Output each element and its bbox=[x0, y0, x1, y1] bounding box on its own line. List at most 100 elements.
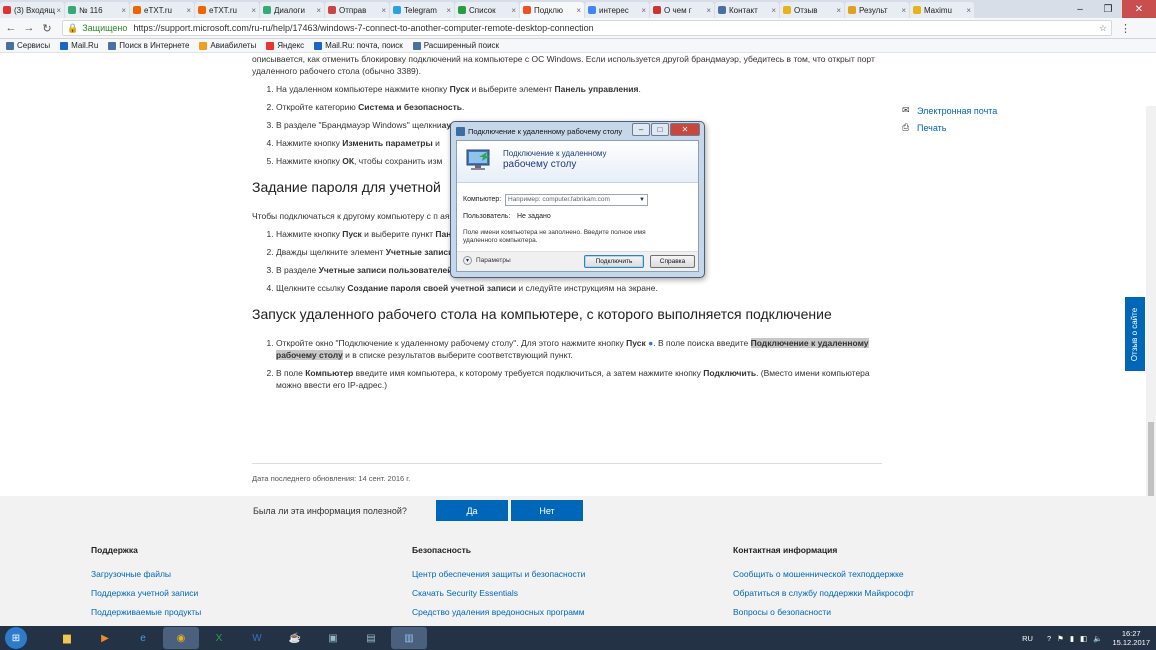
close-tab-icon[interactable]: × bbox=[446, 6, 451, 15]
chevron-down-icon[interactable]: ▼ bbox=[639, 195, 645, 205]
scrollbar-thumb[interactable] bbox=[1148, 422, 1154, 496]
bookmark-item[interactable]: Поиск в Интернете bbox=[108, 41, 189, 50]
maximize-icon[interactable]: □ bbox=[651, 123, 669, 136]
media-player-icon[interactable]: ▶ bbox=[87, 627, 123, 649]
help-icon[interactable]: ? bbox=[1047, 634, 1051, 643]
rdp-taskbar-icon[interactable]: ▥ bbox=[391, 627, 427, 649]
excel-icon[interactable]: X bbox=[201, 627, 237, 649]
url-bar[interactable]: 🔒 Защищено https://support.microsoft.com… bbox=[62, 20, 1112, 36]
flag-icon[interactable]: ⚑ bbox=[1057, 634, 1064, 643]
close-tab-icon[interactable]: × bbox=[966, 6, 971, 15]
browser-tab[interactable]: Список × bbox=[455, 2, 519, 18]
footer-link[interactable]: Обратиться в службу поддержки Майкрософт bbox=[733, 588, 914, 598]
browser-tab[interactable]: О чем г × bbox=[650, 2, 714, 18]
explorer-icon[interactable]: ▆ bbox=[49, 627, 85, 649]
favicon-icon bbox=[523, 6, 531, 14]
connect-button[interactable]: Подключить bbox=[584, 255, 644, 268]
footer-link[interactable]: Загрузочные файлы bbox=[91, 569, 201, 579]
site-feedback-tab[interactable]: Отзыв о сайте bbox=[1125, 297, 1145, 371]
close-tab-icon[interactable]: × bbox=[121, 6, 126, 15]
browser-tab[interactable]: Подклю × bbox=[520, 2, 584, 18]
word-icon[interactable]: W bbox=[239, 627, 275, 649]
computer-label: Компьютер: bbox=[463, 196, 502, 203]
bookmark-icon bbox=[199, 41, 208, 50]
network-icon[interactable]: ◧ bbox=[1080, 634, 1087, 643]
browser-tab[interactable]: интерес × bbox=[585, 2, 649, 18]
remote-app-icon[interactable]: ▤ bbox=[353, 627, 389, 649]
list-item: Откройте окно "Подключение к удаленному … bbox=[276, 337, 882, 361]
forward-icon[interactable]: → bbox=[22, 22, 36, 34]
browser-tab[interactable]: Telegram × bbox=[390, 2, 454, 18]
close-tab-icon[interactable]: × bbox=[771, 6, 776, 15]
close-tab-icon[interactable]: × bbox=[836, 6, 841, 15]
language-indicator[interactable]: RU bbox=[1022, 634, 1033, 643]
network-app-icon[interactable]: ▣ bbox=[315, 627, 351, 649]
remote-monitor-icon bbox=[466, 149, 490, 170]
footer-link[interactable]: Поддерживаемые продукты bbox=[91, 607, 201, 617]
clock[interactable]: 16:27 15.12.2017 bbox=[1112, 629, 1150, 647]
signal-icon[interactable]: ▮ bbox=[1070, 634, 1074, 643]
bookmark-icon bbox=[314, 41, 323, 50]
volume-icon[interactable]: 🔈 bbox=[1093, 634, 1102, 643]
close-tab-icon[interactable]: × bbox=[56, 6, 61, 15]
bookmark-item[interactable]: Mail.Ru bbox=[60, 41, 98, 50]
no-button[interactable]: Нет bbox=[511, 500, 583, 521]
close-tab-icon[interactable]: × bbox=[251, 6, 256, 15]
start-button[interactable]: ⊞ bbox=[5, 627, 27, 649]
favicon-icon bbox=[198, 6, 206, 14]
browser-tab[interactable]: Отправ × bbox=[325, 2, 389, 18]
browser-tab[interactable]: (3) Входящ × bbox=[0, 2, 64, 18]
url-text[interactable]: https://support.microsoft.com/ru-ru/help… bbox=[133, 23, 593, 33]
bookmark-item[interactable]: Авиабилеты bbox=[199, 41, 256, 50]
bookmark-item[interactable]: Mail.Ru: почта, поиск bbox=[314, 41, 403, 50]
browser-tab[interactable]: eTXT.ru × bbox=[195, 2, 259, 18]
bookmark-item[interactable]: Сервисы bbox=[6, 41, 50, 50]
close-tab-icon[interactable]: × bbox=[316, 6, 321, 15]
browser-tab[interactable]: eTXT.ru × bbox=[130, 2, 194, 18]
footer-link[interactable]: Скачать Security Essentials bbox=[412, 588, 585, 598]
favicon-icon bbox=[653, 6, 661, 14]
star-icon[interactable]: ☆ bbox=[1099, 23, 1107, 34]
back-icon[interactable]: ← bbox=[4, 22, 18, 34]
intro-paragraph: описывается, как отменить блокировку под… bbox=[252, 54, 875, 76]
scrollbar[interactable] bbox=[1146, 106, 1156, 496]
yes-button[interactable]: Да bbox=[436, 500, 508, 521]
close-tab-icon[interactable]: × bbox=[186, 6, 191, 15]
chrome-icon[interactable]: ◉ bbox=[163, 627, 199, 649]
reload-icon[interactable]: ↻ bbox=[40, 22, 54, 35]
minimize-icon[interactable]: – bbox=[1066, 0, 1094, 18]
close-tab-icon[interactable]: × bbox=[381, 6, 386, 15]
java-icon[interactable]: ☕ bbox=[277, 627, 313, 649]
help-button[interactable]: Справка bbox=[650, 255, 695, 268]
footer-link[interactable]: Средство удаления вредоносных программ bbox=[412, 607, 585, 617]
maximize-icon[interactable]: ❐ bbox=[1094, 0, 1122, 18]
footer-link[interactable]: Сообщить о мошеннической техподдержке bbox=[733, 569, 914, 579]
close-tab-icon[interactable]: × bbox=[576, 6, 581, 15]
browser-tab[interactable]: Maximu × bbox=[910, 2, 974, 18]
close-tab-icon[interactable]: × bbox=[641, 6, 646, 15]
browser-tab[interactable]: № 116 × bbox=[65, 2, 129, 18]
footer-heading: Контактная информация bbox=[733, 545, 838, 555]
footer-link[interactable]: Поддержка учетной записи bbox=[91, 588, 201, 598]
menu-icon[interactable]: ⋮ bbox=[1120, 22, 1131, 35]
options-toggle[interactable]: ▾ Параметры bbox=[463, 256, 511, 265]
browser-tab[interactable]: Результ × bbox=[845, 2, 909, 18]
close-tab-icon[interactable]: × bbox=[511, 6, 516, 15]
close-tab-icon[interactable]: × bbox=[901, 6, 906, 15]
close-icon[interactable]: ✕ bbox=[670, 123, 700, 136]
computer-combobox[interactable]: Например: computer.fabrikam.com ▼ bbox=[505, 194, 648, 206]
close-tab-icon[interactable]: × bbox=[706, 6, 711, 15]
bookmarks-bar: Сервисы Mail.Ru Поиск в Интернете Авиабилет… bbox=[0, 39, 1156, 53]
browser-tab[interactable]: Отзыв × bbox=[780, 2, 844, 18]
email-link[interactable]: ✉ Электронная почта bbox=[902, 105, 997, 116]
footer-link[interactable]: Вопросы о безопасности bbox=[733, 607, 914, 617]
bookmark-item[interactable]: Расширенный поиск bbox=[412, 41, 499, 50]
internet-explorer-icon[interactable]: e bbox=[125, 627, 161, 649]
bookmark-item[interactable]: Яндекс bbox=[266, 41, 304, 50]
close-icon[interactable]: ✕ bbox=[1122, 0, 1156, 18]
browser-tab[interactable]: Контакт × bbox=[715, 2, 779, 18]
footer-link[interactable]: Центр обеспечения защиты и безопасности bbox=[412, 569, 585, 579]
print-link[interactable]: ⎙ Печать bbox=[902, 122, 997, 133]
minimize-icon[interactable]: – bbox=[632, 123, 650, 136]
browser-tab[interactable]: Диалоги × bbox=[260, 2, 324, 18]
